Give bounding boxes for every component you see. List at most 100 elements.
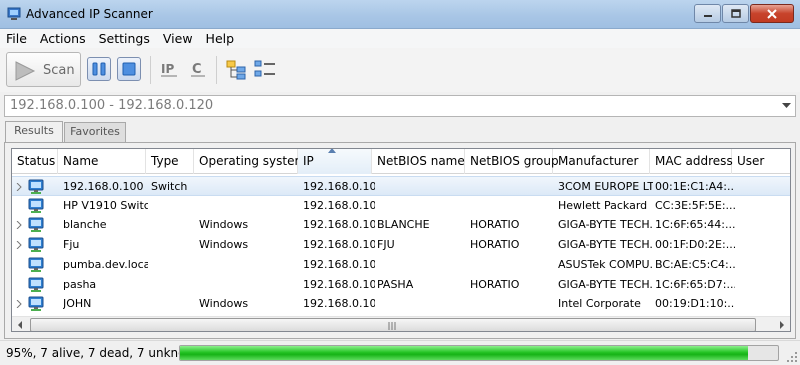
stop-icon bbox=[122, 62, 136, 76]
ip-range-value: 192.168.0.100 - 192.168.0.120 bbox=[10, 98, 214, 113]
table-row[interactable]: pasha 192.168.0.108PASHA HORATIO GIGA-BYTE … bbox=[12, 275, 790, 295]
column-header-user[interactable]: User bbox=[732, 149, 790, 174]
expand-arrow-icon[interactable] bbox=[16, 241, 22, 250]
svg-text:C: C bbox=[192, 62, 202, 77]
column-header-name[interactable]: Name bbox=[58, 149, 146, 174]
menu-help[interactable]: Help bbox=[206, 31, 235, 46]
cell-type bbox=[151, 275, 196, 295]
computer-icon bbox=[28, 198, 44, 213]
table-row[interactable]: Fju Windows 192.168.0.104FJU HORATIO GIGA-BY… bbox=[12, 235, 790, 255]
toolbar-separator bbox=[150, 56, 151, 84]
expand-arrow-icon[interactable] bbox=[16, 221, 22, 230]
close-button[interactable] bbox=[750, 4, 794, 23]
pause-button[interactable] bbox=[87, 57, 111, 81]
cell-netbios-name: BLANCHE bbox=[377, 218, 430, 232]
menu-file[interactable]: File bbox=[6, 31, 27, 46]
scan-label: Scan bbox=[43, 63, 75, 78]
expand-arrow-icon[interactable] bbox=[16, 300, 22, 309]
table-row[interactable]: JOHN Windows 192.168.0.109 Intel Corporate 0… bbox=[12, 294, 790, 314]
table-row[interactable]: pumba.dev.local 192.168.0.105 ASUSTek COMP… bbox=[12, 255, 790, 275]
title-bar[interactable]: Advanced IP Scanner bbox=[0, 0, 800, 29]
maximize-button[interactable] bbox=[722, 4, 749, 23]
cell-netbios-name bbox=[377, 294, 467, 314]
collapse-all-button[interactable] bbox=[253, 57, 277, 81]
column-header-netbios-name[interactable]: NetBIOS name bbox=[372, 149, 465, 174]
computer-icon bbox=[28, 257, 44, 272]
menu-actions[interactable]: Actions bbox=[40, 31, 86, 46]
table-row[interactable]: HP V1910 Switch 192.168.0.102 Hewlett Pack… bbox=[12, 196, 790, 216]
cell-ip: 192.168.0.102 bbox=[303, 198, 375, 212]
ip-button[interactable]: IP bbox=[158, 57, 182, 81]
table-header: Status Name Type Operating system IP Net… bbox=[12, 149, 790, 174]
results-table: Status Name Type Operating system IP Net… bbox=[11, 148, 791, 332]
cell-os: Windows bbox=[199, 218, 249, 232]
cell-os bbox=[199, 255, 299, 275]
scan-status-text: 95%, 7 alive, 7 dead, 7 unknown bbox=[6, 346, 203, 360]
scrollbar-thumb[interactable] bbox=[30, 318, 756, 331]
tab-results[interactable]: Results bbox=[5, 121, 63, 143]
resize-grip-icon[interactable] bbox=[786, 351, 798, 363]
scroll-right-button[interactable] bbox=[773, 317, 790, 331]
tab-favorites[interactable]: Favorites bbox=[64, 122, 126, 142]
cell-netbios-group bbox=[470, 255, 555, 275]
horizontal-scrollbar[interactable] bbox=[12, 316, 790, 331]
cell-os: Windows bbox=[199, 238, 249, 252]
scroll-left-button[interactable] bbox=[12, 317, 29, 331]
cell-manufacturer: Hewlett Packard bbox=[558, 198, 648, 212]
progress-fill bbox=[180, 346, 749, 360]
cell-type bbox=[151, 235, 196, 255]
column-header-ip[interactable]: IP bbox=[298, 149, 372, 174]
cell-type bbox=[151, 255, 196, 275]
minimize-button[interactable] bbox=[694, 4, 721, 23]
table-row[interactable]: blanche Windows 192.168.0.103BLANCHE HORATI… bbox=[12, 215, 790, 235]
expand-arrow-icon[interactable] bbox=[16, 183, 22, 191]
cell-mac-address: 1C:6F:65:44:... bbox=[655, 218, 735, 232]
cell-name: JOHN bbox=[63, 297, 92, 311]
maximize-icon bbox=[730, 9, 741, 18]
column-header-netbios-group[interactable]: NetBIOS group bbox=[465, 149, 559, 174]
cell-name: HP V1910 Switch bbox=[63, 198, 148, 212]
cell-manufacturer: Intel Corporate bbox=[558, 297, 641, 311]
pause-icon bbox=[92, 62, 106, 76]
computer-icon bbox=[28, 237, 44, 253]
cell-name: pasha bbox=[63, 277, 97, 291]
sort-ascending-icon bbox=[328, 149, 336, 153]
ip-range-input[interactable]: 192.168.0.100 - 192.168.0.120 bbox=[4, 95, 796, 117]
close-icon bbox=[767, 8, 777, 19]
cell-ip: 192.168.0.104 bbox=[303, 238, 375, 252]
stop-button[interactable] bbox=[117, 57, 141, 81]
computer-icon bbox=[28, 296, 44, 312]
cell-type: Switch bbox=[151, 180, 188, 193]
cell-netbios-name bbox=[377, 255, 467, 275]
cell-manufacturer: GIGA-BYTE TECH... bbox=[558, 218, 653, 232]
column-header-os[interactable]: Operating system bbox=[194, 149, 306, 174]
cell-mac-address: 00:1E:C1:A4:... bbox=[655, 180, 735, 193]
menu-view[interactable]: View bbox=[163, 31, 193, 46]
window-title: Advanced IP Scanner bbox=[26, 7, 153, 21]
grip-icon bbox=[388, 322, 396, 330]
cell-name: pumba.dev.local bbox=[63, 257, 148, 271]
column-header-manufacturer[interactable]: Manufacturer bbox=[553, 149, 650, 174]
menu-settings[interactable]: Settings bbox=[99, 31, 150, 46]
cell-netbios-group: HORATIO bbox=[470, 218, 520, 232]
scan-progress-bar bbox=[179, 345, 779, 361]
scan-button[interactable]: Scan bbox=[6, 52, 81, 87]
column-header-status[interactable]: Status bbox=[12, 149, 58, 174]
cell-netbios-group: HORATIO bbox=[470, 238, 520, 252]
computer-icon bbox=[28, 217, 44, 233]
cell-os bbox=[199, 177, 299, 197]
results-panel: Status Name Type Operating system IP Net… bbox=[4, 142, 796, 339]
cell-manufacturer: GIGA-BYTE TECH... bbox=[558, 238, 653, 252]
app-icon bbox=[7, 7, 21, 20]
chevron-down-icon[interactable] bbox=[782, 103, 791, 109]
expand-all-button[interactable] bbox=[225, 57, 249, 81]
column-header-mac-address[interactable]: MAC address bbox=[650, 149, 733, 174]
chevron-left-icon bbox=[18, 321, 22, 329]
c-class-button[interactable]: C bbox=[187, 57, 211, 81]
cell-ip: 192.168.0.105 bbox=[303, 257, 375, 271]
cell-type bbox=[151, 196, 196, 216]
column-header-type[interactable]: Type bbox=[146, 149, 194, 174]
toolbar-separator bbox=[216, 56, 217, 84]
cell-name: 192.168.0.100 bbox=[63, 180, 144, 193]
table-row[interactable]: 192.168.0.100 Switch 192.168.0.100 3COM EUR… bbox=[12, 176, 790, 197]
